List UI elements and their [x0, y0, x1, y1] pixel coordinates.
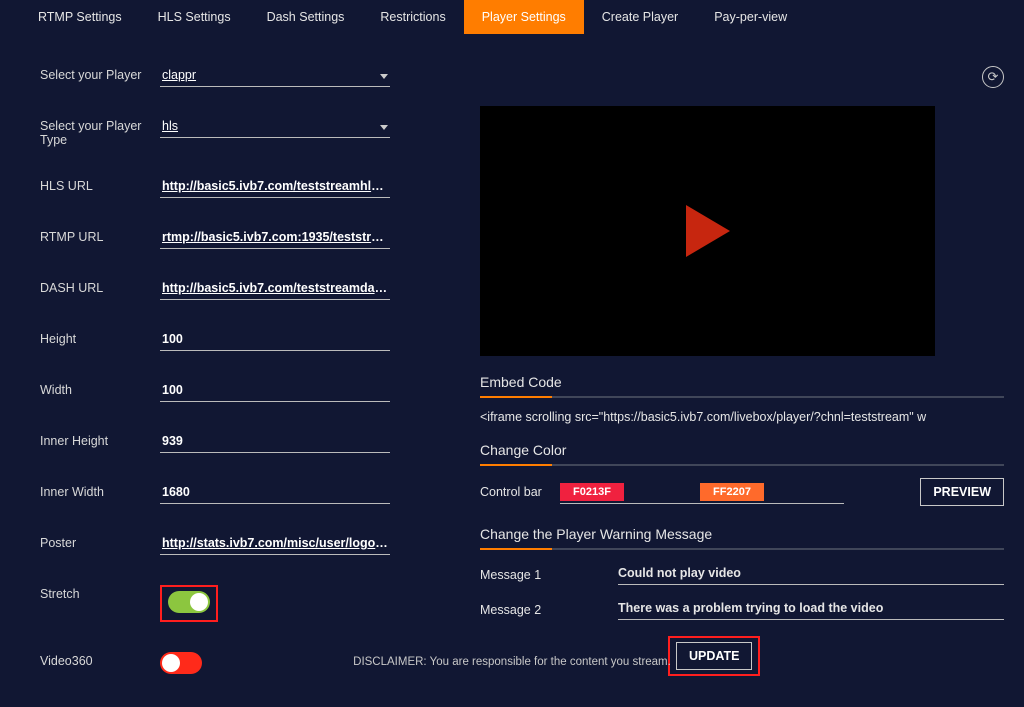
tab-create-player[interactable]: Create Player [584, 0, 696, 34]
embed-code-title: Embed Code [480, 374, 1004, 390]
input-poster[interactable]: http://stats.ivb7.com/misc/user/logo.pn [160, 534, 390, 555]
label-inner-width: Inner Width [40, 483, 160, 499]
input-inner-width[interactable]: 1680 [160, 483, 390, 504]
preview-button[interactable]: PREVIEW [920, 478, 1004, 506]
input-dash-url[interactable]: http://basic5.ivb7.com/teststreamdash/ [160, 279, 390, 300]
highlight-stretch [160, 585, 218, 622]
label-dash-url: DASH URL [40, 279, 160, 295]
tab-hls-settings[interactable]: HLS Settings [140, 0, 249, 34]
video-player [480, 106, 935, 356]
color-swatch-1[interactable]: F0213F [560, 483, 624, 501]
divider [480, 464, 1004, 466]
disclaimer-text: DISCLAIMER: You are responsible for the … [0, 656, 1024, 668]
label-inner-height: Inner Height [40, 432, 160, 448]
tab-pay-per-view[interactable]: Pay-per-view [696, 0, 805, 34]
select-player[interactable]: clappr [160, 66, 390, 87]
label-control-bar: Control bar [480, 485, 542, 499]
input-message-2[interactable]: There was a problem trying to load the v… [618, 599, 1004, 620]
color-swatch-2[interactable]: FF2207 [700, 483, 764, 501]
input-inner-height[interactable]: 939 [160, 432, 390, 453]
input-hls-url[interactable]: http://basic5.ivb7.com/teststreamhls/liv [160, 177, 390, 198]
tab-player-settings[interactable]: Player Settings [464, 0, 584, 34]
label-message-1: Message 1 [480, 568, 600, 582]
embed-code-value[interactable]: <iframe scrolling src="https://basic5.iv… [480, 410, 1004, 424]
play-icon[interactable] [686, 205, 730, 257]
refresh-icon[interactable]: ⟳ [982, 66, 1004, 88]
input-width[interactable]: 100 [160, 381, 390, 402]
tab-restrictions[interactable]: Restrictions [362, 0, 463, 34]
label-stretch: Stretch [40, 585, 160, 601]
label-height: Height [40, 330, 160, 346]
change-color-title: Change Color [480, 442, 1004, 458]
divider [480, 396, 1004, 398]
label-rtmp-url: RTMP URL [40, 228, 160, 244]
divider [480, 548, 1004, 550]
tab-rtmp-settings[interactable]: RTMP Settings [20, 0, 140, 34]
label-width: Width [40, 381, 160, 397]
select-player-type[interactable]: hls [160, 117, 390, 138]
input-rtmp-url[interactable]: rtmp://basic5.ivb7.com:1935/teststream [160, 228, 390, 249]
label-hls-url: HLS URL [40, 177, 160, 193]
top-tabs: RTMP Settings HLS Settings Dash Settings… [0, 0, 1024, 34]
change-warning-title: Change the Player Warning Message [480, 526, 1004, 542]
label-poster: Poster [40, 534, 160, 550]
label-message-2: Message 2 [480, 603, 600, 617]
label-select-player-type: Select your Player Type [40, 117, 160, 147]
tab-dash-settings[interactable]: Dash Settings [249, 0, 363, 34]
input-height[interactable]: 100 [160, 330, 390, 351]
toggle-stretch[interactable] [168, 591, 210, 613]
input-message-1[interactable]: Could not play video [618, 564, 1004, 585]
label-select-player: Select your Player [40, 66, 160, 82]
